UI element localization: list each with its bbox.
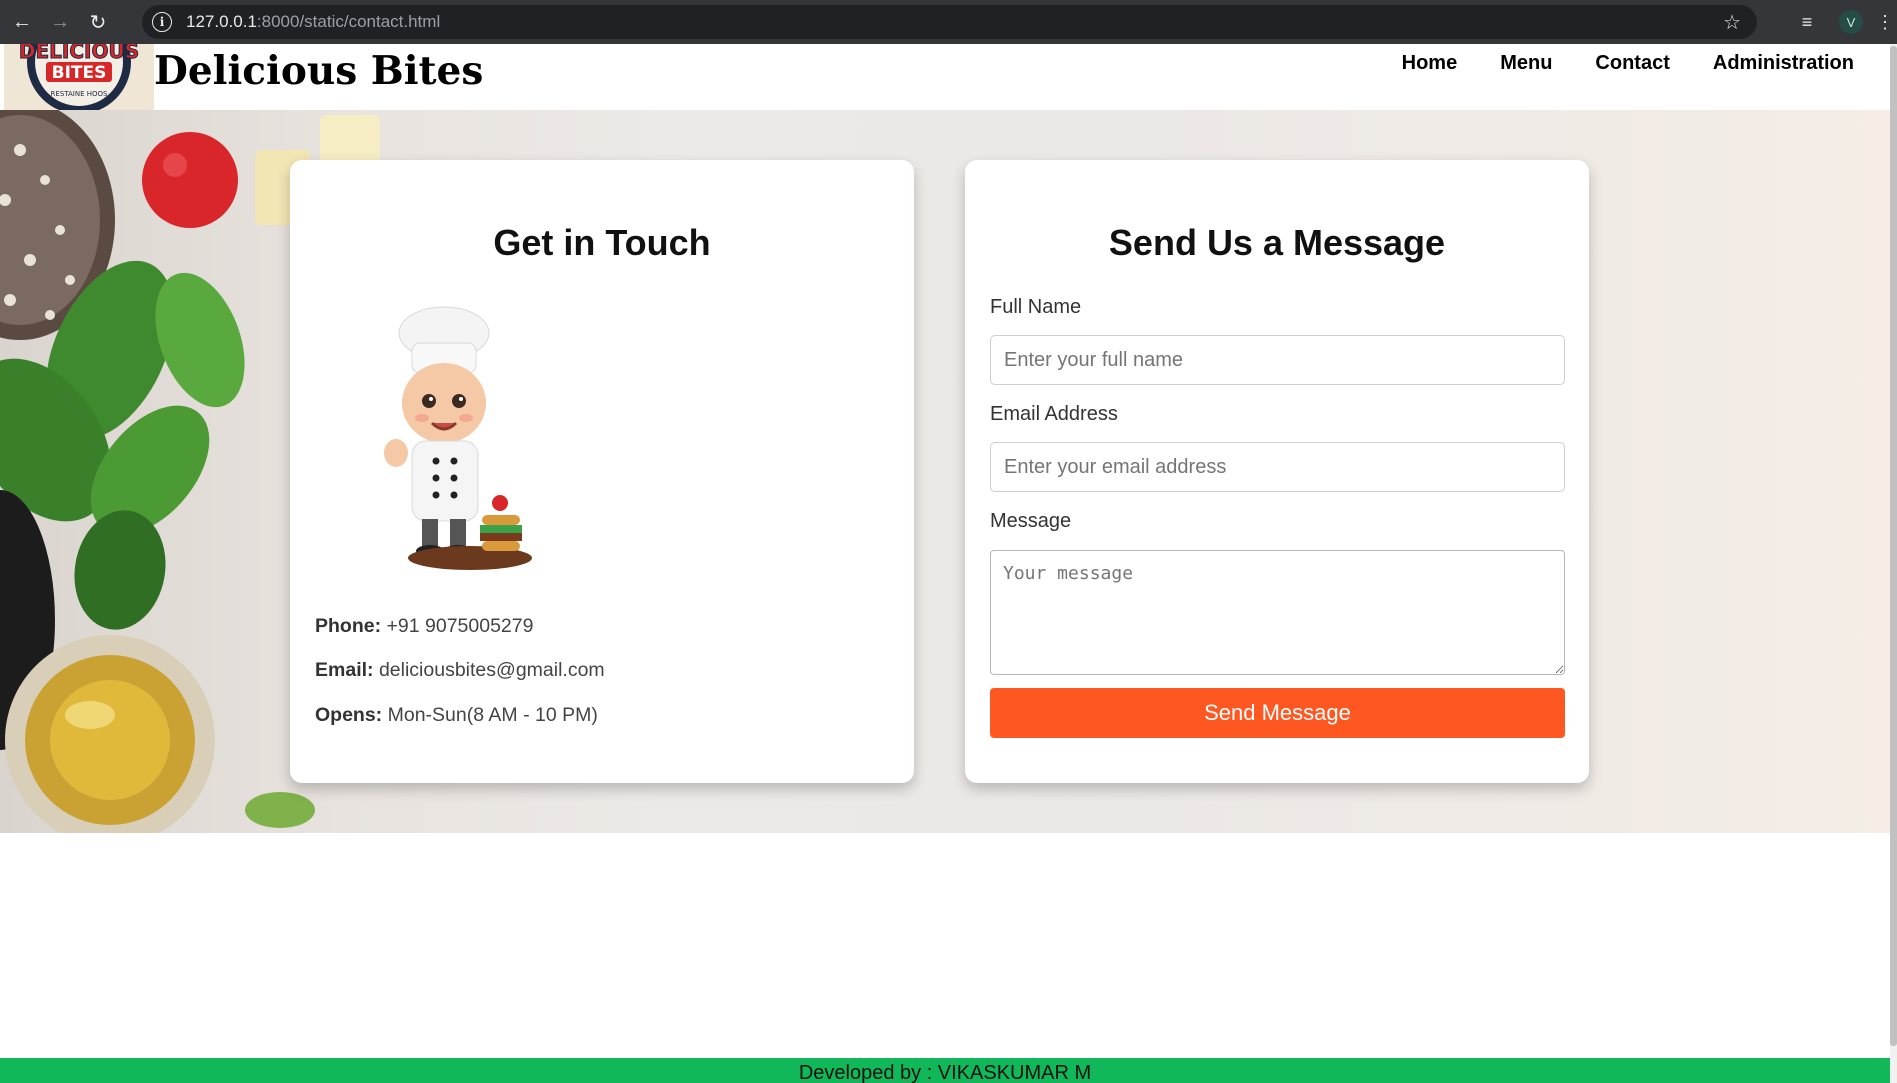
svg-text:DELICIOUS: DELICIOUS	[19, 44, 139, 63]
nav-menu[interactable]: Menu	[1500, 48, 1552, 78]
brand-title: Delicious Bites	[154, 48, 484, 94]
contact-info-card: Get in Touch Phone: +91 9075005279 Email…	[290, 160, 914, 783]
message-textarea[interactable]	[990, 550, 1565, 675]
url-host: 127.0.0.1	[186, 12, 257, 31]
message-label: Message	[990, 510, 1072, 532]
contact-hours: Opens: Mon-Sun(8 AM - 10 PM)	[315, 704, 598, 727]
url-path: :8000/static/contact.html	[256, 12, 441, 31]
full-name-label: Full Name	[990, 296, 1082, 318]
forward-arrow-icon[interactable]: →	[44, 6, 76, 38]
reading-list-icon[interactable]: ≡	[1785, 12, 1829, 33]
site-header: DELICIOUS BITES RESTAINE HOOS Delicious …	[0, 44, 1890, 110]
food-background-image	[0, 110, 380, 833]
form-title: Send Us a Message	[1108, 222, 1446, 263]
opens-label: Opens:	[315, 704, 383, 726]
full-name-input[interactable]	[990, 335, 1565, 385]
contact-card-title: Get in Touch	[493, 222, 711, 263]
site-info-icon[interactable]: i	[152, 12, 172, 32]
nav-administration[interactable]: Administration	[1713, 48, 1854, 78]
contact-form-card: Send Us a Message Full Name Email Addres…	[965, 160, 1589, 783]
scrollbar-thumb[interactable]	[1890, 46, 1897, 1046]
reload-icon[interactable]: ↻	[82, 6, 114, 38]
phone-label: Phone:	[315, 615, 382, 637]
profile-avatar[interactable]: V	[1839, 10, 1863, 34]
svg-text:BITES: BITES	[52, 63, 107, 83]
site-logo[interactable]: DELICIOUS BITES RESTAINE HOOS	[4, 44, 154, 110]
email-label: Email:	[315, 659, 374, 681]
nav-home[interactable]: Home	[1402, 48, 1458, 78]
opens-value: Mon-Sun(8 AM - 10 PM)	[387, 704, 598, 726]
kebab-menu-icon[interactable]: ⋮	[1873, 12, 1897, 33]
hero-background	[0, 110, 1890, 833]
chef-illustration	[384, 306, 532, 570]
address-bar[interactable]: i 127.0.0.1:8000/static/contact.html ☆	[142, 5, 1757, 39]
email-address-label: Email Address	[990, 403, 1118, 425]
url-text[interactable]: 127.0.0.1:8000/static/contact.html	[186, 12, 440, 32]
phone-value: +91 9075005279	[386, 615, 534, 637]
contact-phone: Phone: +91 9075005279	[315, 615, 533, 638]
svg-text:RESTAINE HOOS: RESTAINE HOOS	[51, 90, 108, 98]
browser-toolbar: ← → ↻ i 127.0.0.1:8000/static/contact.ht…	[0, 0, 1897, 44]
main-nav: Home Menu Contact Administration	[1359, 48, 1854, 78]
email-address-input[interactable]	[990, 442, 1565, 492]
email-value: deliciousbites@gmail.com	[378, 659, 605, 681]
send-message-button[interactable]: Send Message	[990, 688, 1565, 738]
page-scrollbar[interactable]	[1890, 44, 1897, 1083]
back-arrow-icon[interactable]: ←	[6, 6, 38, 38]
contact-email: Email: deliciousbites@gmail.com	[315, 659, 605, 682]
bookmark-star-icon[interactable]: ☆	[1723, 10, 1741, 35]
nav-contact[interactable]: Contact	[1595, 48, 1669, 78]
site-footer: Developed by : VIKASKUMAR M	[0, 1058, 1890, 1083]
